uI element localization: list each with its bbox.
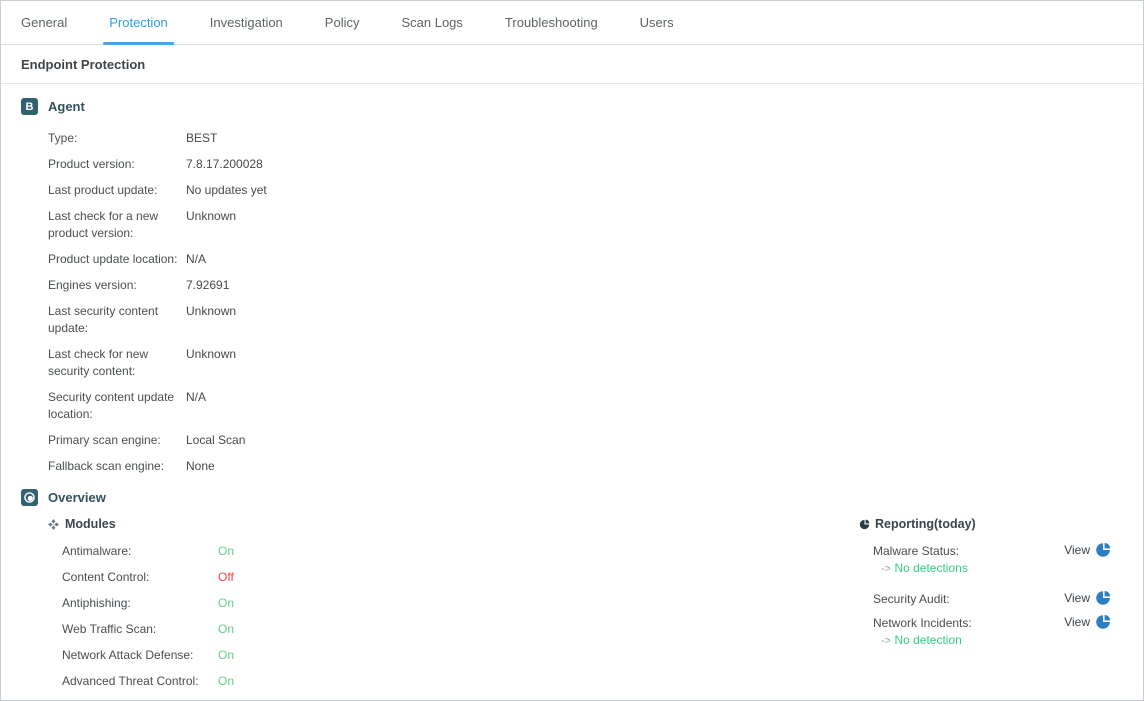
tab-troubleshooting[interactable]: Troubleshooting bbox=[491, 1, 612, 44]
field-row-engines-version: Engines version: 7.92691 bbox=[48, 277, 1123, 294]
arrow-glyph: -> bbox=[881, 635, 891, 647]
view-label: View bbox=[1064, 543, 1090, 557]
module-label: Network Attack Defense: bbox=[62, 647, 218, 664]
module-status: On bbox=[218, 543, 234, 560]
endpoint-details-page: General Protection Investigation Policy … bbox=[0, 0, 1144, 701]
tab-scan-logs[interactable]: Scan Logs bbox=[387, 1, 476, 44]
tab-policy[interactable]: Policy bbox=[311, 1, 374, 44]
field-value: 7.92691 bbox=[186, 277, 229, 294]
field-row-last-check-product: Last check for a new product version: Un… bbox=[48, 208, 1123, 242]
field-row-security-update-location: Security content update location: N/A bbox=[48, 389, 1123, 423]
module-label: Antiphishing: bbox=[62, 595, 218, 612]
module-status: On bbox=[218, 647, 234, 664]
agent-fields: Type: BEST Product version: 7.8.17.20002… bbox=[21, 130, 1123, 475]
arrow-glyph: -> bbox=[881, 563, 891, 575]
overview-section: Overview bbox=[21, 489, 1123, 690]
overview-section-header: Overview bbox=[21, 489, 1123, 506]
view-label: View bbox=[1064, 591, 1090, 605]
no-detection-link[interactable]: No detection bbox=[894, 633, 961, 647]
field-value: N/A bbox=[186, 251, 206, 268]
field-value: No updates yet bbox=[186, 182, 267, 199]
field-value: N/A bbox=[186, 389, 206, 423]
field-value: Local Scan bbox=[186, 432, 245, 449]
field-label: Last check for new security content: bbox=[48, 346, 186, 380]
bitdefender-agent-icon: B bbox=[21, 98, 38, 115]
tab-investigation[interactable]: Investigation bbox=[196, 1, 297, 44]
field-label: Last check for a new product version: bbox=[48, 208, 186, 242]
module-status: Off bbox=[218, 569, 234, 586]
field-row-type: Type: BEST bbox=[48, 130, 1123, 147]
module-label: Content Control: bbox=[62, 569, 218, 586]
report-label: Malware Status: bbox=[873, 543, 968, 559]
field-row-last-security-update: Last security content update: Unknown bbox=[48, 303, 1123, 337]
field-value: Unknown bbox=[186, 208, 236, 242]
pie-chart-icon bbox=[1095, 542, 1111, 558]
page-title-bar: Endpoint Protection bbox=[1, 45, 1143, 84]
overview-body: Modules Antimalware: On Content Control:… bbox=[21, 517, 1123, 690]
reporting-pie-icon bbox=[859, 519, 870, 530]
field-value: Unknown bbox=[186, 303, 236, 337]
report-item-malware-status: Malware Status: -> No detections View bbox=[859, 543, 1111, 577]
page-title: Endpoint Protection bbox=[21, 57, 1123, 72]
modules-icon bbox=[48, 519, 59, 530]
field-value: 7.8.17.200028 bbox=[186, 156, 263, 173]
agent-section-title: Agent bbox=[48, 99, 85, 114]
report-item-security-audit: Security Audit: View bbox=[859, 591, 1111, 607]
tab-protection[interactable]: Protection bbox=[95, 1, 182, 44]
pie-chart-icon bbox=[1095, 590, 1111, 606]
tab-bar: General Protection Investigation Policy … bbox=[1, 1, 1143, 45]
view-security-audit-link[interactable]: View bbox=[1064, 590, 1111, 606]
field-label: Fallback scan engine: bbox=[48, 458, 186, 475]
pie-chart-icon bbox=[1095, 614, 1111, 630]
report-detail: -> No detections bbox=[873, 560, 968, 577]
no-detections-link[interactable]: No detections bbox=[894, 561, 967, 575]
field-row-primary-scan-engine: Primary scan engine: Local Scan bbox=[48, 432, 1123, 449]
field-row-last-product-update: Last product update: No updates yet bbox=[48, 182, 1123, 199]
module-row-advanced-threat-control: Advanced Threat Control: On bbox=[48, 673, 1123, 690]
tab-users[interactable]: Users bbox=[626, 1, 688, 44]
field-value: Unknown bbox=[186, 346, 236, 380]
field-label: Primary scan engine: bbox=[48, 432, 186, 449]
reporting-block: Reporting(today) Malware Status: -> No d… bbox=[859, 517, 1111, 657]
agent-section-header: B Agent bbox=[21, 98, 1123, 115]
overview-target-icon bbox=[21, 489, 38, 506]
field-label: Type: bbox=[48, 130, 186, 147]
field-label: Security content update location: bbox=[48, 389, 186, 423]
module-label: Web Traffic Scan: bbox=[62, 621, 218, 638]
view-malware-report-link[interactable]: View bbox=[1064, 542, 1111, 558]
tab-general[interactable]: General bbox=[7, 1, 81, 44]
report-item-network-incidents: Network Incidents: -> No detection View bbox=[859, 615, 1111, 649]
field-label: Product version: bbox=[48, 156, 186, 173]
field-row-fallback-scan-engine: Fallback scan engine: None bbox=[48, 458, 1123, 475]
field-row-product-version: Product version: 7.8.17.200028 bbox=[48, 156, 1123, 173]
view-label: View bbox=[1064, 615, 1090, 629]
field-label: Product update location: bbox=[48, 251, 186, 268]
reporting-header: Reporting(today) bbox=[859, 517, 1111, 531]
module-status: On bbox=[218, 621, 234, 638]
report-label: Network Incidents: bbox=[873, 615, 972, 631]
module-status: On bbox=[218, 595, 234, 612]
view-network-incidents-link[interactable]: View bbox=[1064, 614, 1111, 630]
field-label: Engines version: bbox=[48, 277, 186, 294]
module-status: On bbox=[218, 673, 234, 690]
field-label: Last security content update: bbox=[48, 303, 186, 337]
content: B Agent Type: BEST Product version: 7.8.… bbox=[1, 84, 1143, 690]
field-value: BEST bbox=[186, 130, 217, 147]
overview-section-title: Overview bbox=[48, 490, 106, 505]
report-detail: -> No detection bbox=[873, 632, 972, 649]
field-value: None bbox=[186, 458, 215, 475]
module-label: Antimalware: bbox=[62, 543, 218, 560]
module-label: Advanced Threat Control: bbox=[62, 673, 218, 690]
field-row-product-update-location: Product update location: N/A bbox=[48, 251, 1123, 268]
field-row-last-check-security: Last check for new security content: Unk… bbox=[48, 346, 1123, 380]
reporting-title: Reporting(today) bbox=[875, 517, 976, 531]
agent-section: B Agent Type: BEST Product version: 7.8.… bbox=[21, 98, 1123, 475]
report-label: Security Audit: bbox=[873, 591, 950, 607]
field-label: Last product update: bbox=[48, 182, 186, 199]
modules-title: Modules bbox=[65, 517, 116, 531]
